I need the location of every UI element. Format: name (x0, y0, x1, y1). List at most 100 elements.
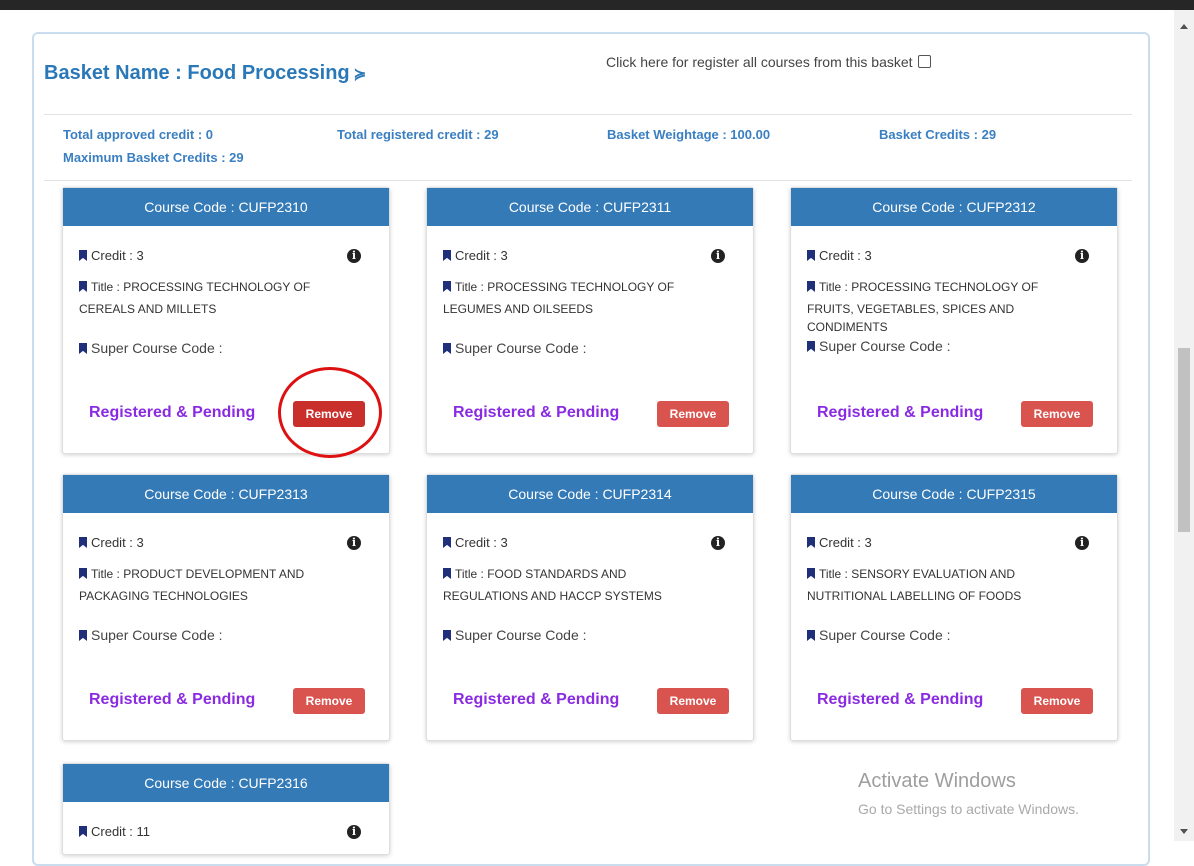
super-course-code-label: Super Course Code : (819, 338, 951, 354)
course-code-header: Course Code : CUFP2310 (63, 188, 389, 226)
remove-button[interactable]: Remove (657, 688, 729, 714)
bookmark-icon (79, 250, 87, 261)
course-card: Course Code : CUFP2312 i Credit : 3 Titl… (790, 187, 1118, 454)
bookmark-icon (807, 568, 815, 579)
title-line-1: Title : PROCESSING TECHNOLOGY OF (807, 276, 1097, 298)
bookmark-icon (79, 826, 87, 837)
course-title: Title : SENSORY EVALUATION AND NUTRITION… (807, 563, 1097, 607)
stat-basket-weightage: Basket Weightage : 100.00 (607, 127, 771, 142)
bookmark-icon (443, 630, 451, 641)
bookmark-icon (807, 341, 815, 352)
title-line-2: LEGUMES AND OILSEEDS (443, 302, 594, 316)
info-icon[interactable]: i (1075, 249, 1089, 263)
course-title: Title : FOOD STANDARDS AND REGULATIONS A… (443, 563, 733, 607)
stat-max-basket-credits: Maximum Basket Credits : 29 (63, 150, 244, 165)
credit-text: Credit : 3 (819, 535, 872, 550)
course-card: Course Code : CUFP2311 i Credit : 3 Titl… (426, 187, 754, 454)
course-code-header: Course Code : CUFP2313 (63, 475, 389, 513)
super-course-code: Super Course Code : (807, 627, 951, 643)
super-course-code-label: Super Course Code : (455, 627, 587, 643)
title-text: Title : PROCESSING TECHNOLOGY OF (455, 280, 675, 294)
registration-status: Registered & Pending (453, 404, 620, 421)
credit-text: Credit : 3 (455, 248, 508, 263)
register-all-checkbox[interactable] (918, 55, 932, 68)
title-line-2: PACKAGING TECHNOLOGIES (79, 589, 248, 603)
title-line-2: NUTRITIONAL LABELLING OF FOODS (807, 589, 1022, 603)
course-title: Title : PROCESSING TECHNOLOGY OF LEGUMES… (443, 276, 733, 320)
activation-watermark-title: Activate Windows (858, 770, 1016, 792)
stat-total-approved: Total approved credit : 0 (63, 127, 214, 142)
bookmark-icon (443, 568, 451, 579)
super-course-code: Super Course Code : (79, 340, 223, 356)
title-text: Title : PROCESSING TECHNOLOGY OF (91, 280, 311, 294)
info-icon[interactable]: i (711, 249, 725, 263)
course-title: Title : PRODUCT DEVELOPMENT AND PACKAGIN… (79, 563, 369, 607)
course-title: Title : PROCESSING TECHNOLOGY OF CEREALS… (79, 276, 369, 320)
super-course-code-label: Super Course Code : (91, 340, 223, 356)
course-card: Course Code : CUFP2315 i Credit : 3 Titl… (790, 474, 1118, 741)
credit-text: Credit : 3 (819, 248, 872, 263)
scroll-up-icon[interactable] (1180, 24, 1188, 29)
chevron-down-icon: ≽ (353, 66, 367, 83)
super-course-code-label: Super Course Code : (455, 340, 587, 356)
bookmark-icon (443, 281, 451, 292)
course-code-header: Course Code : CUFP2316 (63, 764, 389, 802)
bookmark-icon (443, 343, 451, 354)
bookmark-icon (807, 250, 815, 261)
info-icon[interactable]: i (711, 536, 725, 550)
course-credit: Credit : 11 (79, 824, 150, 839)
title-line-1: Title : PROCESSING TECHNOLOGY OF (443, 276, 733, 298)
register-all-option[interactable]: Click here for register all courses from… (606, 54, 932, 70)
info-icon[interactable]: i (1075, 536, 1089, 550)
stat-total-registered: Total registered credit : 29 (337, 127, 499, 142)
bookmark-icon (79, 537, 87, 548)
basket-name-label: Basket Name : Food Processing (44, 62, 350, 84)
info-icon[interactable]: i (347, 825, 361, 839)
registration-status: Registered & Pending (453, 691, 620, 708)
super-course-code-label: Super Course Code : (91, 627, 223, 643)
vertical-scrollbar[interactable] (1174, 10, 1194, 841)
info-icon[interactable]: i (347, 536, 361, 550)
remove-button[interactable]: Remove (657, 401, 729, 427)
title-text: Title : FOOD STANDARDS AND (455, 567, 627, 581)
info-icon[interactable]: i (347, 249, 361, 263)
basket-name-toggle[interactable]: Basket Name : Food Processing ≽ (44, 62, 366, 85)
scroll-down-icon[interactable] (1180, 829, 1188, 834)
title-line-2: CEREALS AND MILLETS (79, 302, 217, 316)
register-all-label: Click here for register all courses from… (606, 54, 913, 70)
course-card: Course Code : CUFP2313 i Credit : 3 Titl… (62, 474, 390, 741)
bookmark-icon (443, 537, 451, 548)
bookmark-icon (807, 281, 815, 292)
activation-watermark-subtitle: Go to Settings to activate Windows. (858, 801, 1079, 817)
registration-status: Registered & Pending (89, 404, 256, 421)
course-card: Course Code : CUFP2314 i Credit : 3 Titl… (426, 474, 754, 741)
annotation-circle (278, 367, 382, 458)
course-credit: Credit : 3 (79, 535, 144, 550)
super-course-code: Super Course Code : (443, 340, 587, 356)
bookmark-icon (79, 630, 87, 641)
stat-basket-credits: Basket Credits : 29 (879, 127, 997, 142)
title-line-1: Title : SENSORY EVALUATION AND (807, 563, 1097, 585)
remove-button[interactable]: Remove (293, 688, 365, 714)
super-course-code: Super Course Code : (807, 338, 951, 354)
window-top-bar (0, 0, 1194, 10)
divider (44, 114, 1132, 115)
bookmark-icon (443, 250, 451, 261)
course-code-header: Course Code : CUFP2315 (791, 475, 1117, 513)
registration-status: Registered & Pending (817, 691, 984, 708)
course-credit: Credit : 3 (807, 248, 872, 263)
course-card: Course Code : CUFP2316 i Credit : 11 (62, 763, 390, 855)
course-credit: Credit : 3 (443, 248, 508, 263)
scrollbar-thumb[interactable] (1178, 348, 1190, 532)
course-title: Title : PROCESSING TECHNOLOGY OF FRUITS,… (807, 276, 1097, 338)
title-text: Title : PROCESSING TECHNOLOGY OF (819, 280, 1039, 294)
course-credit: Credit : 3 (807, 535, 872, 550)
remove-button[interactable]: Remove (1021, 688, 1093, 714)
credit-text: Credit : 3 (91, 248, 144, 263)
course-credit: Credit : 3 (443, 535, 508, 550)
registration-status: Registered & Pending (89, 691, 256, 708)
remove-button[interactable]: Remove (1021, 401, 1093, 427)
super-course-code: Super Course Code : (79, 627, 223, 643)
super-course-code: Super Course Code : (443, 627, 587, 643)
divider (44, 180, 1132, 181)
